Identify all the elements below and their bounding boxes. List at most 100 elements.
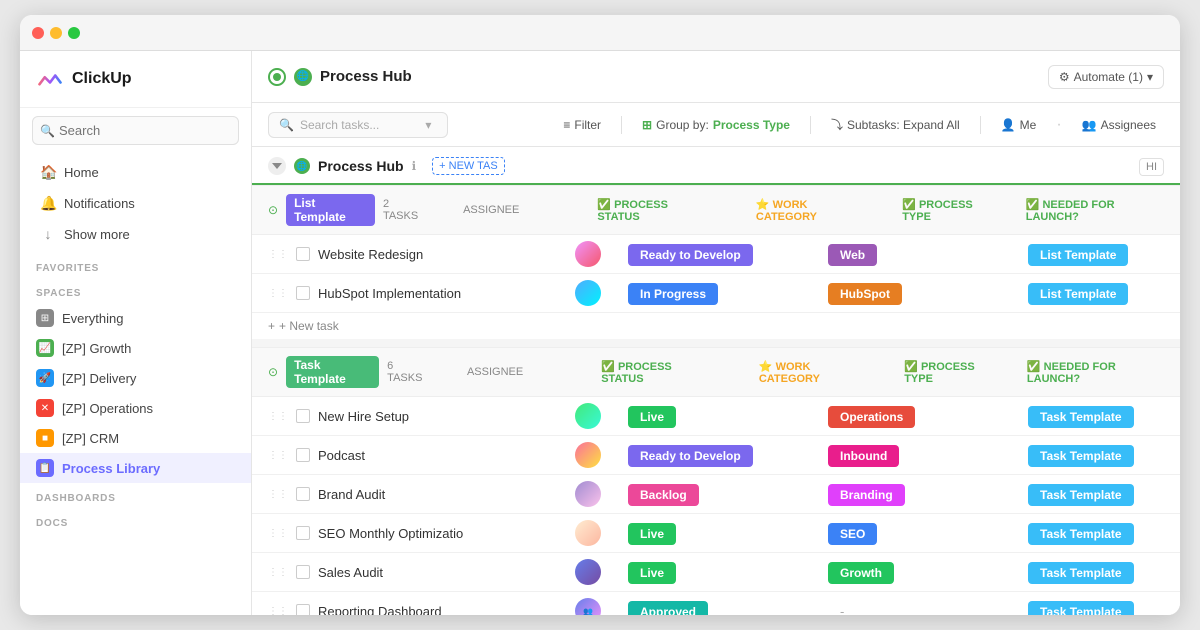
process-status-pill[interactable]: Backlog: [628, 484, 699, 506]
process-status-cell: In Progress: [628, 286, 828, 301]
sidebar-search-icon: 🔍: [40, 124, 55, 138]
new-task-button[interactable]: + NEW TAS: [432, 157, 505, 175]
task-template-collapse-icon[interactable]: ⊙: [268, 365, 278, 379]
sidebar-item-zp-operations[interactable]: ✕ [ZP] Operations: [20, 393, 251, 423]
process-status-pill[interactable]: Live: [628, 406, 676, 428]
table-row: ⋮⋮ Brand Audit Backlog Branding: [252, 475, 1180, 514]
close-dot[interactable]: [32, 27, 44, 39]
process-status-pill[interactable]: Ready to Develop: [628, 445, 753, 467]
list-template-collapse-icon[interactable]: ⊙: [268, 203, 278, 217]
task-template-label: Task Template: [286, 356, 379, 388]
search-tasks-input[interactable]: 🔍 Search tasks... ▾: [268, 112, 448, 138]
dashboards-section-label: DASHBOARDS: [20, 483, 251, 508]
maximize-dot[interactable]: [68, 27, 80, 39]
process-status-cell: Ready to Develop: [628, 247, 828, 262]
assignees-button[interactable]: 👥 Assignees: [1074, 115, 1164, 135]
process-status-pill[interactable]: Approved: [628, 601, 708, 616]
zp-growth-icon: 📈: [36, 339, 54, 357]
list-template-label: List Template: [286, 194, 375, 226]
work-category-pill[interactable]: Branding: [828, 484, 905, 506]
process-status-pill[interactable]: Live: [628, 523, 676, 545]
toolbar: 🔍 Search tasks... ▾ ≡ Filter ⊞ Group by:…: [252, 103, 1180, 147]
task-checkbox[interactable]: [296, 409, 310, 423]
process-type-pill[interactable]: Task Template: [1028, 562, 1134, 584]
task-checkbox[interactable]: [296, 604, 310, 615]
task-checkbox[interactable]: [296, 565, 310, 579]
app-window: ClickUp 🔍 🏠 Home 🔔 Notifications: [20, 15, 1180, 615]
filter-button[interactable]: ≡ Filter: [555, 115, 609, 135]
list-template-count: 2 TASKS: [383, 198, 425, 222]
process-hub-collapse-btn[interactable]: [268, 157, 286, 175]
task-checkbox[interactable]: [296, 247, 310, 261]
process-type-pill[interactable]: Task Template: [1028, 445, 1134, 467]
task-checkbox[interactable]: [296, 526, 310, 540]
avatar: [575, 442, 601, 468]
everything-icon: ⊞: [36, 309, 54, 327]
list-process-status-header: ✅ PROCESS STATUS: [597, 198, 708, 223]
zp-operations-icon: ✕: [36, 399, 54, 417]
work-category-pill[interactable]: HubSpot: [828, 283, 902, 305]
task-checkbox[interactable]: [296, 487, 310, 501]
show-more-label: Show more: [64, 227, 130, 242]
table-row: ⋮⋮ Sales Audit Live Growth: [252, 553, 1180, 592]
filter-label: Filter: [574, 118, 601, 132]
process-status-pill[interactable]: Ready to Develop: [628, 244, 753, 266]
group-by-icon: ⊞: [642, 118, 652, 132]
top-bar-right: ⚙ Automate (1) ▾: [1048, 65, 1164, 89]
sidebar-logo: ClickUp: [20, 51, 251, 108]
process-hub-info: ℹ: [412, 159, 417, 173]
assignees-label: Assignees: [1101, 118, 1156, 132]
process-status-pill[interactable]: Live: [628, 562, 676, 584]
drag-handle-icon: ⋮⋮: [268, 249, 288, 260]
sidebar-item-zp-delivery[interactable]: 🚀 [ZP] Delivery: [20, 363, 251, 393]
avatar: 👥: [575, 598, 601, 615]
top-bar-left: 🌐 Process Hub: [268, 68, 412, 86]
process-type-pill[interactable]: Task Template: [1028, 601, 1134, 616]
automate-button[interactable]: ⚙ Automate (1) ▾: [1048, 65, 1164, 89]
avatar: [575, 481, 601, 507]
me-button[interactable]: 👤 Me: [993, 115, 1045, 135]
work-category-pill[interactable]: Web: [828, 244, 877, 266]
minimize-dot[interactable]: [50, 27, 62, 39]
task-process-type-header: ✅ PROCESS TYPE: [904, 360, 1001, 385]
task-name: Sales Audit: [318, 565, 383, 580]
task-checkbox[interactable]: [296, 286, 310, 300]
sidebar-item-show-more[interactable]: ↓ Show more: [24, 219, 247, 249]
process-type-pill[interactable]: List Template: [1028, 244, 1128, 266]
work-category-pill[interactable]: SEO: [828, 523, 877, 545]
process-type-pill[interactable]: Task Template: [1028, 484, 1134, 506]
notifications-label: Notifications: [64, 196, 135, 211]
process-type-pill[interactable]: Task Template: [1028, 523, 1134, 545]
clickup-logo-icon: [36, 65, 64, 93]
sidebar-item-home[interactable]: 🏠 Home: [24, 157, 247, 188]
list-new-task-row[interactable]: + + New task: [252, 313, 1180, 339]
me-label: Me: [1020, 118, 1037, 132]
subtasks-button[interactable]: ⤵ Subtasks: Expand All: [823, 113, 968, 136]
process-library-label: Process Library: [62, 461, 160, 476]
sidebar-item-notifications[interactable]: 🔔 Notifications: [24, 188, 247, 219]
toolbar-divider-1: [621, 116, 622, 134]
sidebar-item-process-library[interactable]: 📋 Process Library: [20, 453, 251, 483]
work-category-pill[interactable]: Growth: [828, 562, 894, 584]
hi-button[interactable]: HI: [1139, 158, 1164, 176]
sidebar-item-zp-crm[interactable]: ■ [ZP] CRM: [20, 423, 251, 453]
process-type-pill[interactable]: List Template: [1028, 283, 1128, 305]
process-status-pill[interactable]: In Progress: [628, 283, 718, 305]
task-name-cell: ⋮⋮ Website Redesign: [268, 247, 548, 262]
drag-handle-icon: ⋮⋮: [268, 567, 288, 578]
sidebar-item-everything[interactable]: ⊞ Everything: [20, 303, 251, 333]
sidebar-item-zp-growth[interactable]: 📈 [ZP] Growth: [20, 333, 251, 363]
drag-handle-icon: ⋮⋮: [268, 411, 288, 422]
list-assignee-col-header: ASSIGNEE: [463, 204, 519, 216]
zp-crm-icon: ■: [36, 429, 54, 447]
zp-delivery-label: [ZP] Delivery: [62, 371, 136, 386]
main-layout: ClickUp 🔍 🏠 Home 🔔 Notifications: [20, 51, 1180, 615]
work-category-pill[interactable]: Operations: [828, 406, 915, 428]
work-category-pill[interactable]: Inbound: [828, 445, 899, 467]
process-type-pill[interactable]: Task Template: [1028, 406, 1134, 428]
task-checkbox[interactable]: [296, 448, 310, 462]
notifications-icon: 🔔: [40, 195, 56, 212]
sidebar-search-input[interactable]: [32, 116, 239, 145]
group-by-button[interactable]: ⊞ Group by: Process Type: [634, 115, 798, 135]
sidebar-search-wrap: 🔍: [20, 108, 251, 153]
